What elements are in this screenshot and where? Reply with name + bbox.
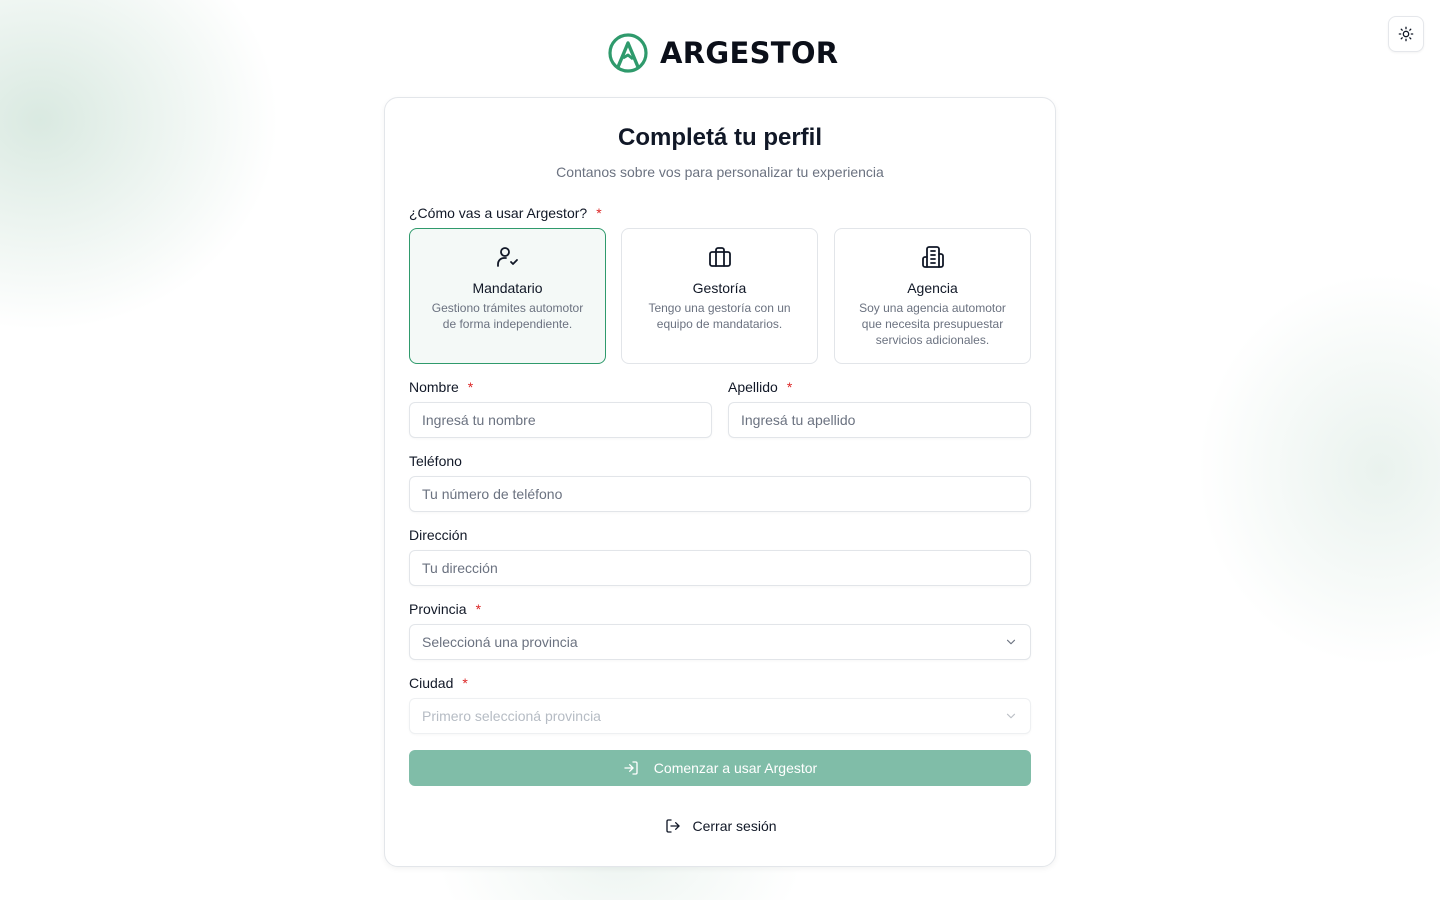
option-description: Soy una agencia automotor que necesita p… — [859, 301, 1006, 347]
logout-button[interactable]: Cerrar sesión — [651, 808, 791, 844]
log-out-icon — [666, 819, 681, 833]
option-title: Mandatario — [472, 280, 543, 296]
provincia-select[interactable]: Seleccioná una provincia — [409, 624, 1031, 660]
ciudad-select-value: Primero seleccioná provincia — [422, 708, 601, 724]
required-mark: * — [596, 205, 602, 221]
telefono-input[interactable] — [409, 476, 1031, 512]
direccion-input[interactable] — [409, 550, 1031, 586]
option-description: Gestiono trámites automotor de forma ind… — [431, 301, 584, 331]
usage-options: Mandatario Gestiono trámites automotor d… — [409, 228, 1031, 364]
apellido-label: Apellido * — [728, 379, 792, 395]
profile-card: Completá tu perfil Contanos sobre vos pa… — [384, 97, 1056, 867]
option-agencia[interactable]: Agencia Soy una agencia automotor que ne… — [834, 228, 1031, 364]
brand-logo: ARGESTOR — [607, 32, 838, 74]
ciudad-select[interactable]: Primero seleccioná provincia — [409, 698, 1031, 734]
chevron-down-icon — [1006, 639, 1016, 645]
direccion-label: Dirección — [409, 527, 468, 543]
apellido-input[interactable] — [728, 402, 1031, 438]
telefono-label: Teléfono — [409, 453, 462, 469]
provincia-select-value: Seleccioná una provincia — [422, 634, 578, 650]
option-title: Agencia — [907, 280, 958, 296]
option-mandatario[interactable]: Mandatario Gestiono trámites automotor d… — [409, 228, 606, 364]
required-mark: * — [467, 379, 474, 395]
submit-button[interactable]: Comenzar a usar Argestor — [409, 750, 1031, 786]
sun-icon — [1398, 26, 1414, 42]
logout-button-label: Cerrar sesión — [692, 818, 777, 834]
option-title: Gestoría — [692, 280, 747, 296]
nombre-input[interactable] — [409, 402, 712, 438]
theme-toggle-button[interactable] — [1388, 16, 1424, 52]
apellido-label-text: Apellido — [728, 379, 778, 395]
building-icon — [835, 245, 1030, 269]
usage-label-text: ¿Cómo vas a usar Argestor? — [409, 205, 588, 221]
required-mark: * — [786, 379, 793, 395]
argestor-logo-icon — [608, 33, 648, 73]
nombre-label: Nombre * — [409, 379, 473, 395]
submit-button-label: Comenzar a usar Argestor — [653, 760, 818, 776]
provincia-label: Provincia * — [409, 601, 481, 617]
page-subtitle: Contanos sobre vos para personalizar tu … — [556, 164, 884, 180]
required-mark: * — [475, 601, 482, 617]
chevron-down-icon — [1006, 713, 1016, 719]
briefcase-icon — [622, 245, 817, 269]
option-gestoria[interactable]: Gestoría Tengo una gestoría con un equip… — [621, 228, 818, 364]
required-mark: * — [462, 675, 468, 691]
ciudad-label-text: Ciudad — [409, 675, 454, 691]
option-description: Tengo una gestoría con un equipo de mand… — [648, 301, 791, 331]
provincia-label-text: Provincia — [409, 601, 467, 617]
user-check-icon — [410, 245, 605, 269]
nombre-label-text: Nombre — [409, 379, 459, 395]
usage-label: ¿Cómo vas a usar Argestor? * — [409, 205, 602, 221]
brand-name: ARGESTOR — [660, 36, 839, 70]
ciudad-label: Ciudad * — [409, 675, 468, 691]
page-title: Completá tu perfil — [617, 124, 822, 151]
log-in-icon — [624, 761, 638, 775]
